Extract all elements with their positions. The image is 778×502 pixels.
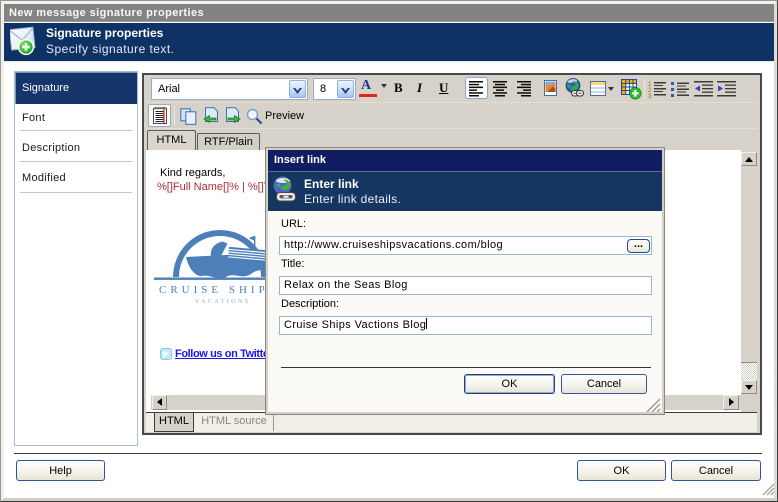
svg-text:CRUISE SHIP: CRUISE SHIP (159, 284, 269, 296)
svg-text:VACATIONS: VACATIONS (195, 299, 251, 305)
svg-text:3: 3 (648, 94, 652, 98)
